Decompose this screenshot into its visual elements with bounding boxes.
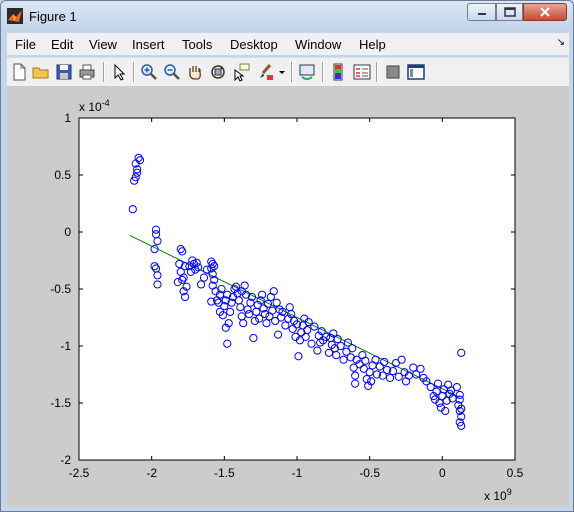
y-tick-labels: 1 0.5 0 -0.5 -1 -1.5 -2 — [50, 111, 71, 467]
menu-bar: File Edit View Insert Tools Desktop Wind… — [7, 33, 569, 55]
y-tick-label: -2 — [60, 453, 71, 467]
zoom-in-button[interactable] — [139, 62, 159, 82]
figure-canvas[interactable]: -2.5 -2 -1.5 -1 -0.5 0 0.5 1 0.5 0 -0.5 -1 -1.5 -2 x… — [7, 86, 569, 507]
zoom-out-button[interactable] — [162, 62, 182, 82]
y-tick-label: -0.5 — [50, 282, 71, 296]
show-plot-tools-icon — [407, 64, 425, 80]
brush-icon — [260, 64, 273, 80]
close-icon — [540, 7, 550, 17]
y-tick-label: -1 — [60, 339, 71, 353]
menu-edit[interactable]: Edit — [51, 37, 73, 52]
show-plot-tools-button[interactable] — [406, 62, 426, 82]
y-tick-label: -1.5 — [50, 396, 71, 410]
pan-button[interactable] — [185, 62, 205, 82]
title-bar[interactable]: Figure 1 — [1, 1, 573, 31]
x-tick-label: -2 — [146, 466, 157, 480]
arrow-pointer-icon — [114, 63, 126, 81]
link-plot-icon — [299, 64, 315, 80]
brush-button[interactable] — [255, 62, 275, 82]
maximize-button[interactable] — [496, 3, 523, 21]
insert-legend-button[interactable] — [352, 62, 372, 82]
rotate-3d-icon — [211, 65, 225, 79]
toolbar — [7, 57, 569, 87]
y-tick-label: 0 — [64, 225, 71, 239]
data-cursor-button[interactable] — [231, 62, 251, 82]
menu-window[interactable]: Window — [295, 37, 341, 52]
brush-dropdown-button[interactable] — [278, 62, 286, 82]
pan-hand-icon — [189, 66, 201, 80]
dropdown-arrow-icon — [279, 71, 285, 74]
window-title: Figure 1 — [29, 9, 77, 24]
menu-dock-arrow-icon[interactable]: ↘ — [557, 37, 565, 48]
menu-tools[interactable]: Tools — [182, 37, 212, 52]
menu-file[interactable]: File — [15, 37, 36, 52]
menu-help[interactable]: Help — [359, 37, 386, 52]
y-tick-label: 0.5 — [54, 168, 71, 182]
insert-colorbar-button[interactable] — [328, 62, 348, 82]
x-exponent-label: x 109 — [484, 487, 512, 503]
new-figure-icon — [13, 63, 26, 81]
hide-plot-tools-button[interactable] — [383, 62, 403, 82]
x-tick-label: 0.5 — [507, 466, 524, 480]
menu-insert[interactable]: Insert — [132, 37, 165, 52]
legend-icon — [353, 64, 371, 80]
x-tick-labels: -2.5 -2 -1.5 -1 -0.5 0 0.5 — [69, 466, 524, 480]
minimize-button[interactable] — [467, 3, 496, 21]
minimize-icon — [477, 13, 486, 15]
x-tick-label: -2.5 — [69, 466, 90, 480]
matlab-icon — [7, 8, 23, 24]
figure-window: Figure 1 File Edit View Insert Tools Des… — [0, 0, 574, 512]
axes-box — [78, 117, 516, 461]
y-exponent-label: x 10-4 — [79, 98, 110, 114]
x-tick-label: 0 — [439, 466, 446, 480]
maximize-icon — [503, 7, 516, 17]
save-icon — [56, 64, 72, 80]
new-figure-button[interactable] — [9, 62, 29, 82]
hide-plot-tools-icon — [386, 65, 400, 79]
zoom-out-icon — [164, 64, 180, 80]
y-tick-label: 1 — [64, 111, 71, 125]
scatter-plot[interactable]: -2.5 -2 -1.5 -1 -0.5 0 0.5 10.50-0.5-1-1.5-2 x… — [7, 86, 569, 507]
open-folder-icon — [32, 67, 49, 79]
zoom-in-icon — [141, 64, 157, 80]
data-cursor-icon — [234, 63, 250, 82]
close-button[interactable] — [523, 3, 567, 21]
x-tick-label: -0.5 — [359, 466, 380, 480]
x-tick-label: -1 — [292, 466, 303, 480]
edit-plot-button[interactable] — [109, 62, 129, 82]
print-figure-button[interactable] — [77, 62, 97, 82]
colorbar-icon — [333, 63, 343, 81]
link-plot-button[interactable] — [297, 62, 317, 82]
open-file-button[interactable] — [31, 62, 51, 82]
rotate-3d-button[interactable] — [208, 62, 228, 82]
save-figure-button[interactable] — [54, 62, 74, 82]
print-icon — [79, 64, 95, 80]
x-tick-label: -1.5 — [214, 466, 235, 480]
menu-desktop[interactable]: Desktop — [230, 37, 278, 52]
menu-view[interactable]: View — [89, 37, 117, 52]
